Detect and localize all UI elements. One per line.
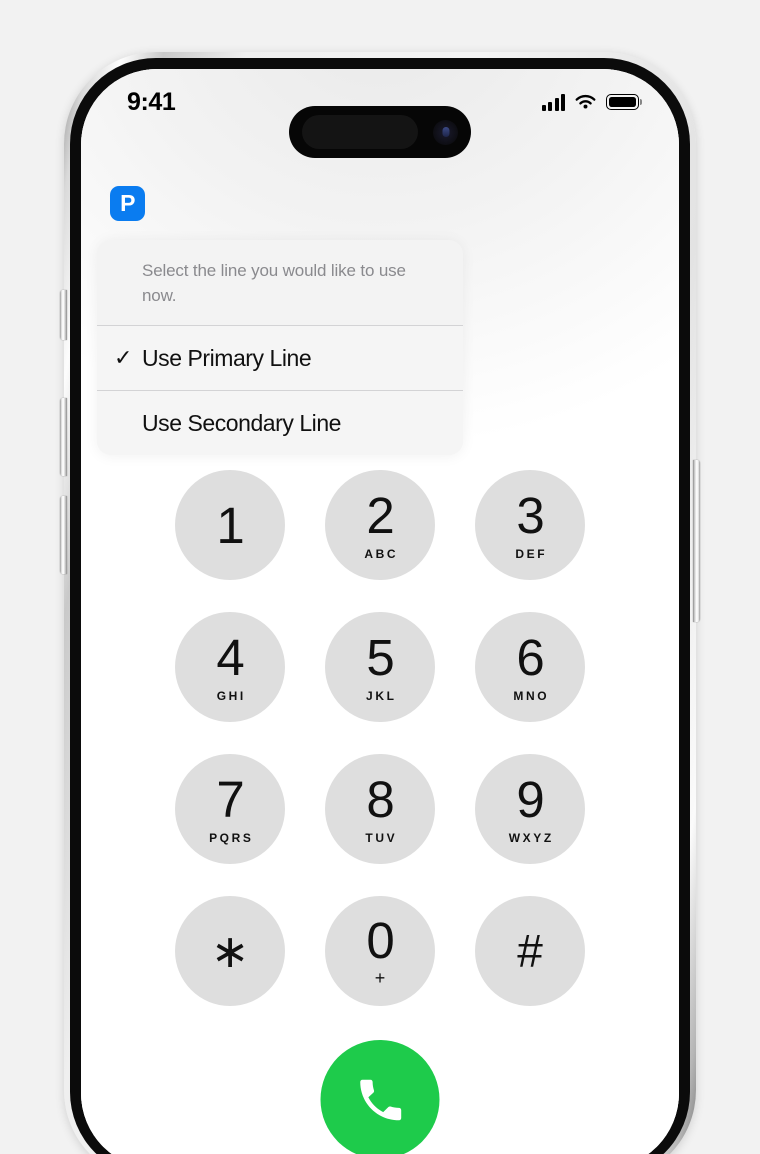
volume-up-button[interactable] bbox=[60, 398, 67, 476]
key-8[interactable]: 8 TUV bbox=[325, 754, 435, 864]
menu-item-use-primary-line[interactable]: ✓ Use Primary Line bbox=[97, 326, 463, 391]
key-digit: 1 bbox=[216, 496, 244, 554]
key-1[interactable]: 1 bbox=[175, 470, 285, 580]
menu-item-label: Use Primary Line bbox=[142, 344, 312, 371]
phone-line-badge: P bbox=[110, 186, 145, 221]
cellular-signal-icon bbox=[541, 93, 565, 111]
key-digit: 4 bbox=[216, 629, 244, 686]
key-letters: MNO bbox=[513, 689, 550, 703]
dynamic-island-inner bbox=[302, 115, 418, 149]
key-digit: 2 bbox=[366, 487, 394, 544]
dial-keypad: 1 2 ABC 3 DEF 4 GHI 5 JKL 6 MNO 7 PQRS 8… bbox=[81, 470, 679, 1006]
key-asterisk[interactable]: ∗ bbox=[175, 896, 285, 1006]
key-letters: TUV bbox=[365, 831, 398, 845]
key-digit: ∗ bbox=[210, 925, 250, 977]
power-button[interactable] bbox=[693, 460, 700, 622]
key-digit: 5 bbox=[366, 629, 394, 686]
key-plus: + bbox=[374, 968, 386, 988]
key-hash[interactable]: # bbox=[475, 896, 585, 1006]
volume-down-button[interactable] bbox=[60, 496, 67, 574]
key-digit: 8 bbox=[366, 771, 394, 828]
checkmark-icon: ✓ bbox=[114, 345, 132, 371]
action-button[interactable] bbox=[60, 290, 67, 340]
key-letters: PQRS bbox=[209, 831, 254, 845]
key-digit: 0 bbox=[366, 912, 394, 969]
key-2[interactable]: 2 ABC bbox=[325, 470, 435, 580]
key-4[interactable]: 4 GHI bbox=[175, 612, 285, 722]
phone-handset-icon bbox=[359, 1079, 401, 1120]
key-9[interactable]: 9 WXYZ bbox=[475, 754, 585, 864]
key-7[interactable]: 7 PQRS bbox=[175, 754, 285, 864]
line-selection-menu-header: Select the line you would like to use no… bbox=[142, 261, 406, 305]
key-letters: ABC bbox=[364, 547, 399, 561]
phone-screen: 9:41 P Select the line you would like to… bbox=[81, 69, 679, 1154]
menu-item-label: Use Secondary Line bbox=[142, 409, 342, 436]
dynamic-island[interactable] bbox=[289, 106, 471, 158]
key-digit: 6 bbox=[516, 629, 544, 686]
status-bar-time: 9:41 bbox=[127, 87, 176, 116]
key-6[interactable]: 6 MNO bbox=[475, 612, 585, 722]
key-letters: JKL bbox=[366, 689, 397, 703]
status-bar-indicators bbox=[541, 93, 639, 111]
key-letters: GHI bbox=[216, 689, 246, 703]
key-3[interactable]: 3 DEF bbox=[475, 470, 585, 580]
call-button[interactable] bbox=[320, 1040, 440, 1154]
screenshot-stage: 9:41 P Select the line you would like to… bbox=[0, 0, 760, 1154]
key-letters: DEF bbox=[515, 547, 548, 561]
line-selection-menu: Select the line you would like to use no… bbox=[97, 240, 463, 456]
wifi-icon bbox=[575, 94, 596, 109]
key-digit: 9 bbox=[516, 771, 544, 828]
phone-line-badge-label: P bbox=[120, 190, 135, 216]
key-digit: 3 bbox=[516, 487, 544, 544]
key-5[interactable]: 5 JKL bbox=[325, 612, 435, 722]
menu-item-use-secondary-line[interactable]: Use Secondary Line bbox=[97, 391, 463, 456]
key-digit: 7 bbox=[216, 771, 244, 828]
front-camera-icon bbox=[433, 119, 458, 145]
key-digit: # bbox=[517, 925, 543, 977]
battery-full-icon bbox=[606, 94, 639, 110]
key-letters: WXYZ bbox=[508, 831, 554, 845]
key-0[interactable]: 0 + bbox=[325, 896, 435, 1006]
